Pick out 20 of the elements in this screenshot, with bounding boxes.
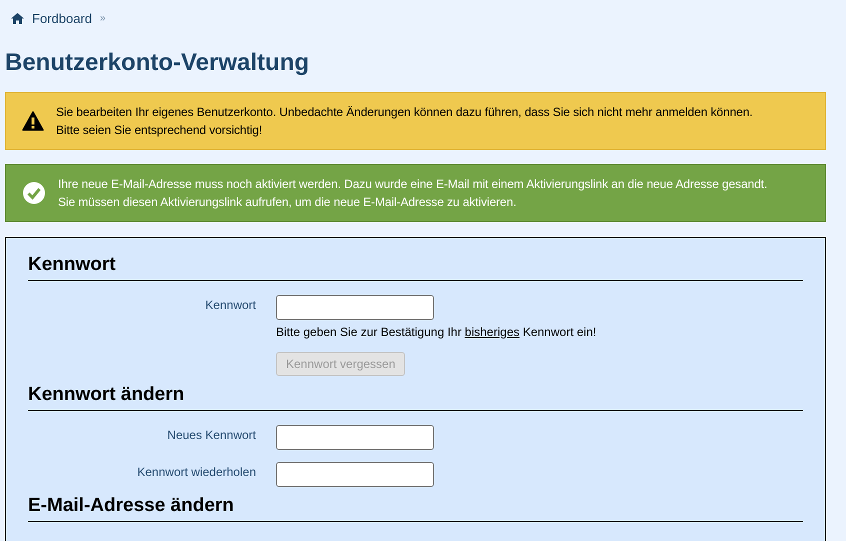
- input-field[interactable]: [276, 462, 434, 486]
- field-label: Neues Kennwort: [166, 426, 256, 444]
- notice-text: Sie müssen diesen Aktivierungslink aufrufen, um die neue E-Mail-Adresse zu aktivieren.: [58, 194, 518, 210]
- notice-text: Sie bearbeiten Ihr eigenes Benutzerkonto. Unbedachte Änderungen können dazu führen, dass Sie sich nicht mehr anmelden können.: [56, 104, 753, 120]
- notice-text: Ihre neue E-Mail-Adresse muss noch aktiviert werden. Dazu wurde eine E-Mail mit einem Aktivierungslink an die neue Adresse gesandt.: [58, 176, 768, 192]
- notice-text: Bitte seien Sie entsprechend vorsichtig!: [56, 122, 264, 138]
- section-heading: Kennwort: [28, 252, 803, 280]
- breadcrumb-link[interactable]: Fordboard: [32, 9, 92, 28]
- field-description: Bitte geben Sie zur Bestätigung Ihr bisheriges Kennwort ein!: [276, 324, 596, 340]
- input-field[interactable]: [276, 424, 434, 450]
- checkmark-icon: [22, 180, 46, 204]
- home-icon: [11, 13, 24, 24]
- section-heading: Kennwort ändern: [28, 382, 803, 410]
- input-field[interactable]: [276, 294, 434, 320]
- page-title: Benutzerkonto-Verwaltung: [5, 48, 310, 78]
- warning-icon: [22, 110, 44, 130]
- breadcrumb-separator: »: [100, 12, 106, 26]
- section-heading: E-Mail-Adresse ändern: [28, 492, 803, 522]
- field-label: Kennwort wiederholen: [136, 464, 256, 480]
- field-label: Kennwort: [204, 296, 256, 314]
